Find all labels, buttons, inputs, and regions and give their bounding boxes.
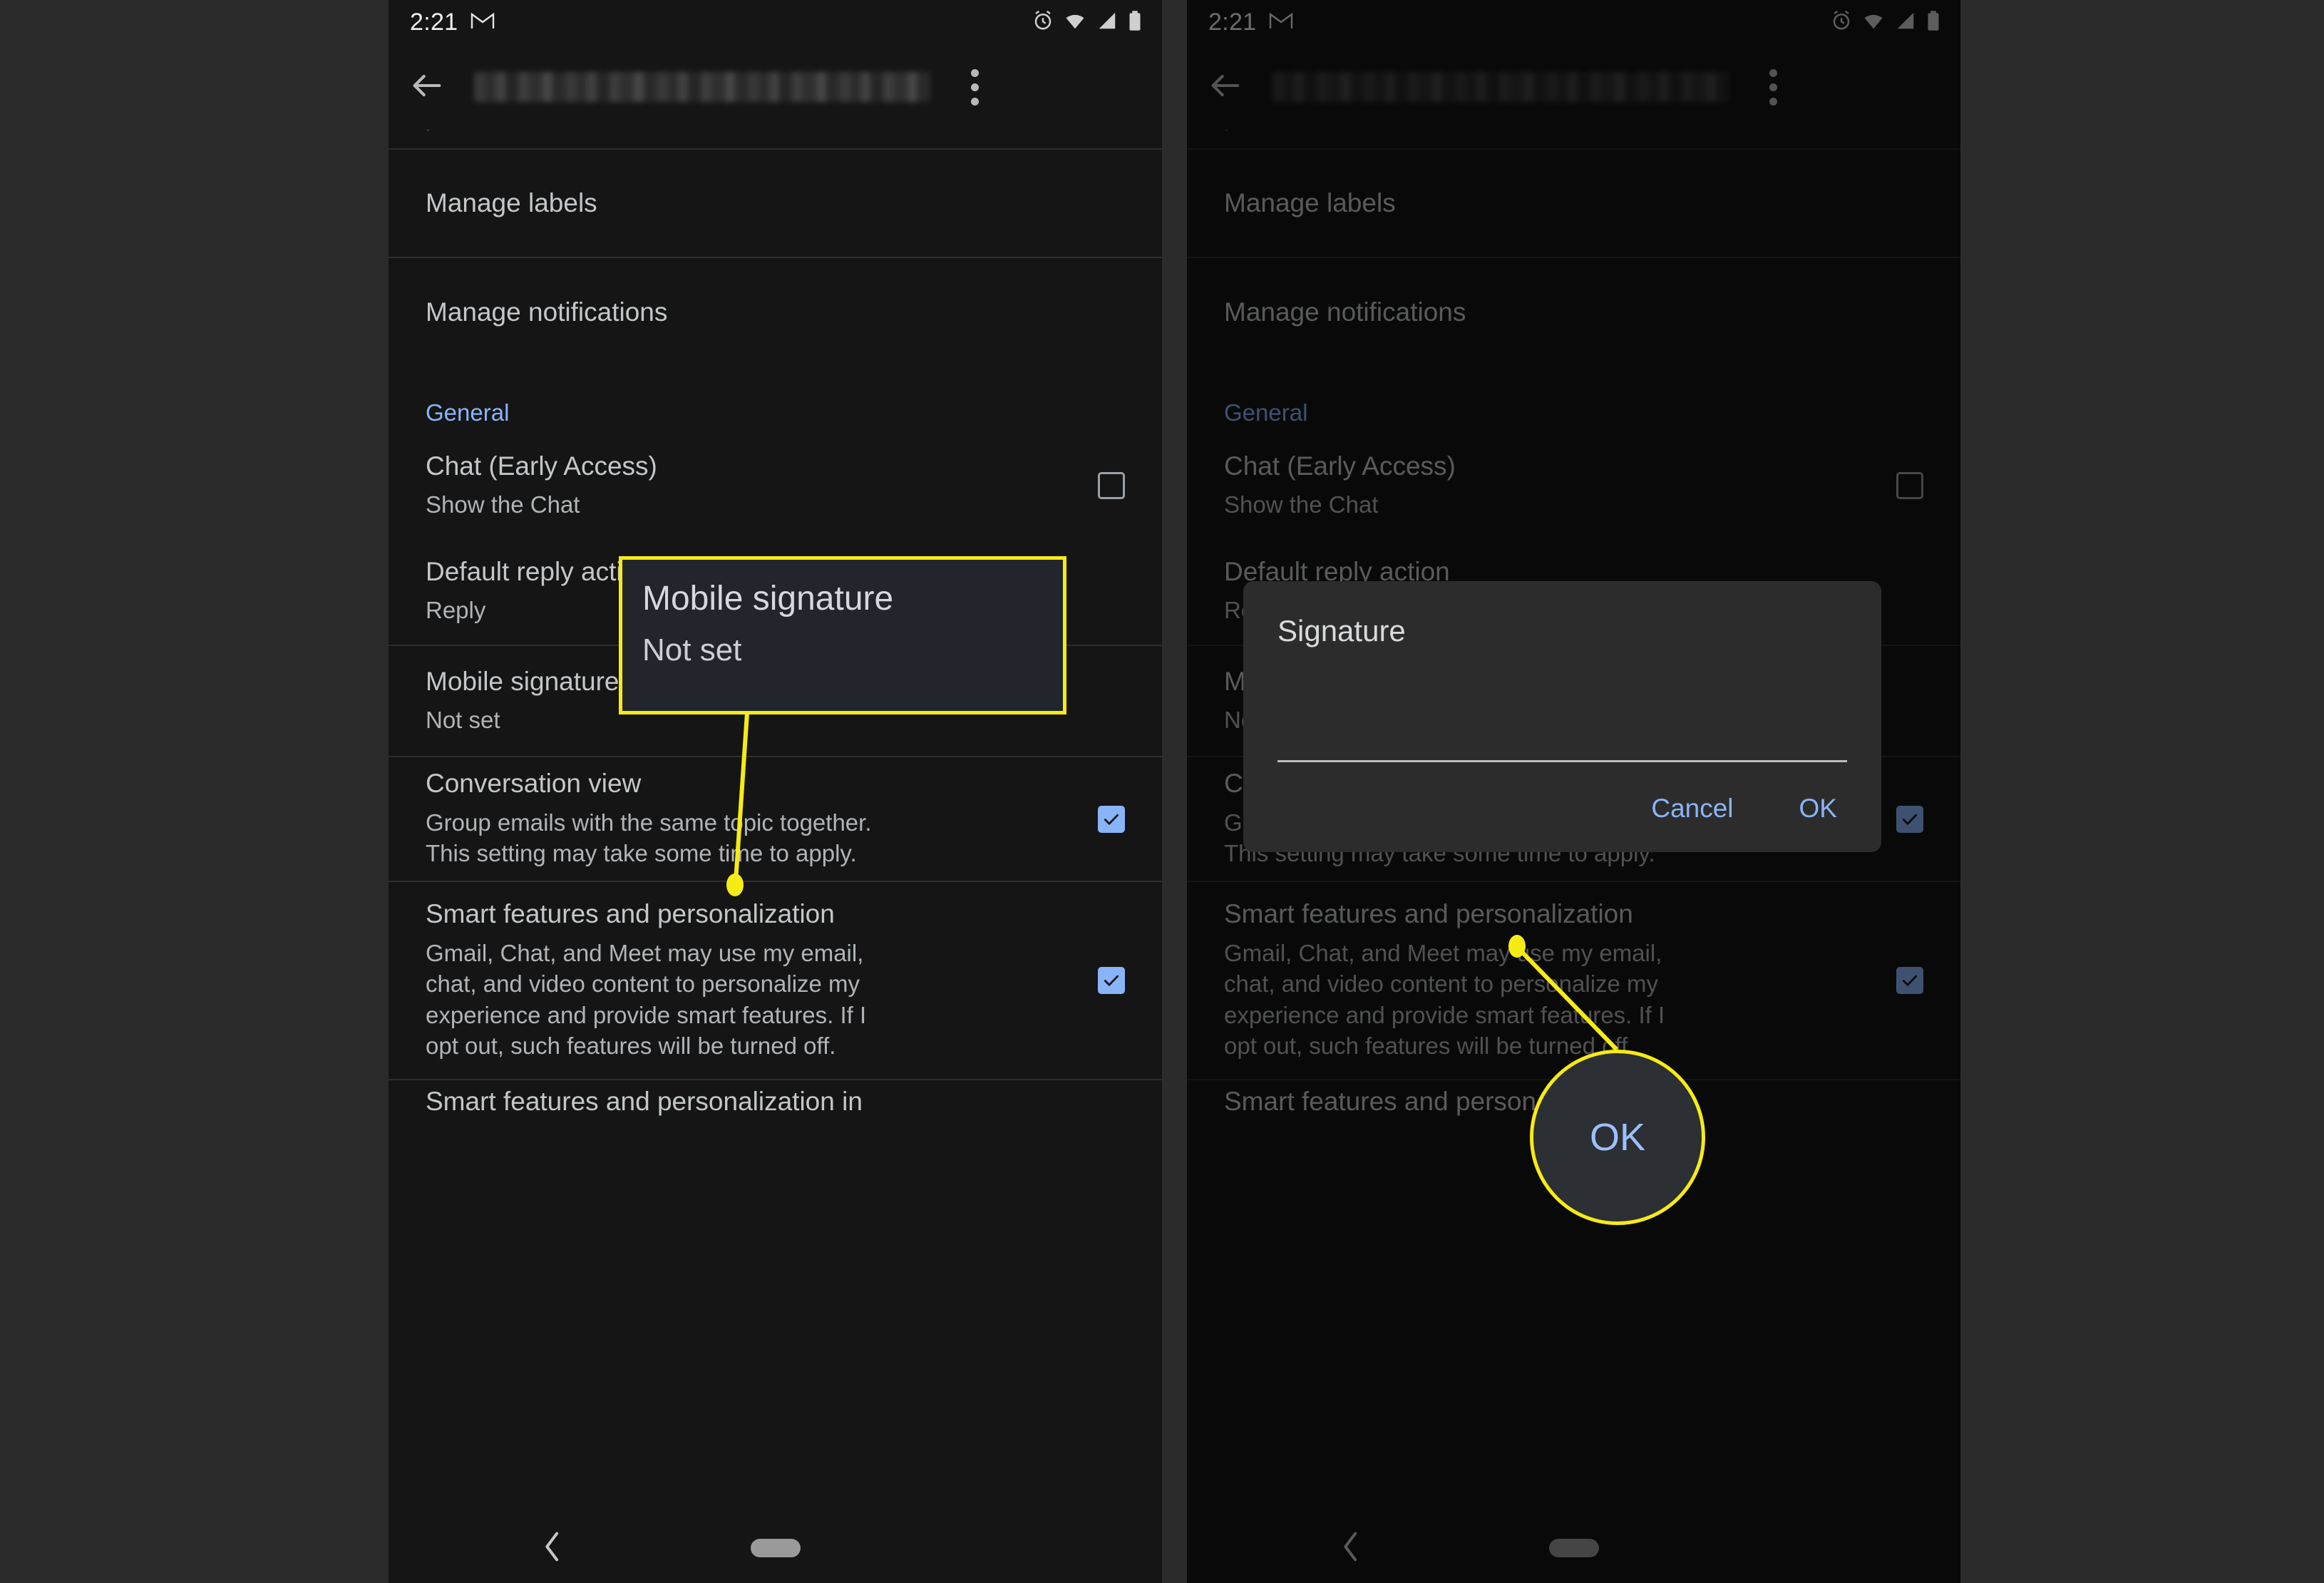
back-arrow-icon[interactable] <box>1207 67 1244 108</box>
screenshot-stage: 2:21 Manage labels Manage notifications … <box>0 0 2324 1583</box>
sidebar-item-manage-notifications[interactable]: Manage notifications <box>1187 258 1960 367</box>
settings-list-right: y Manage labels Manage notifications Gen… <box>1187 130 1960 1583</box>
phone-screen-right: 2:21 Manage labels Manage notifications … <box>1187 0 1960 1583</box>
sidebar-item-manage-labels[interactable]: Manage labels <box>1187 150 1960 258</box>
smart-features-title: Smart features and personalization <box>426 899 835 929</box>
home-pill-indicator[interactable] <box>750 1539 801 1557</box>
conversation-view-checkbox[interactable] <box>1896 805 1923 833</box>
row-text: Manage notifications <box>1224 297 1923 327</box>
overflow-menu-icon[interactable] <box>1753 61 1793 113</box>
status-bar-left-group: 2:21 <box>410 9 495 36</box>
callout-title: Mobile signature <box>642 580 894 618</box>
smart-features-in-title: Smart features and personalization in <box>426 1087 863 1117</box>
conversation-view-checkbox[interactable] <box>1098 805 1125 833</box>
cancel-button[interactable]: Cancel <box>1651 794 1733 824</box>
status-time: 2:21 <box>1208 8 1257 36</box>
setting-row-chat[interactable]: Chat (Early Access) Show the Chat <box>1187 434 1960 538</box>
status-bar-right-group <box>1831 10 1940 35</box>
setting-row-smart-features-in[interactable]: Smart features and personalization in <box>389 1080 1162 1123</box>
annotation-overlay <box>726 712 1619 1052</box>
clipped-row-ghost-text: y <box>426 130 439 131</box>
row-text: Manage notifications <box>426 297 1125 327</box>
signature-input[interactable] <box>1277 722 1847 762</box>
section-header-general: General <box>1224 399 1308 426</box>
setting-row-conversation-view[interactable]: Conversation view Group emails with the … <box>389 757 1162 882</box>
wifi-icon <box>1862 10 1885 35</box>
alarm-icon <box>1831 10 1852 35</box>
status-bar-left-group: 2:21 <box>1208 9 1293 36</box>
smart-features-checkbox[interactable] <box>1896 967 1923 994</box>
smart-features-subtitle: Gmail, Chat, and Meet may use my email, … <box>1224 939 1665 1060</box>
sidebar-item-manage-labels[interactable]: Manage labels <box>389 150 1162 258</box>
alarm-icon <box>1032 10 1054 35</box>
clipped-row-ghost-text: y <box>1224 130 1238 131</box>
nav-back-icon[interactable] <box>1340 1530 1362 1567</box>
android-nav-bar-right <box>1187 1513 1960 1583</box>
clipped-row-top: y <box>389 130 1162 150</box>
signal-icon <box>1895 10 1916 35</box>
mobile-signature-callout: Mobile signature Not set <box>619 556 1066 714</box>
smart-features-subtitle: Gmail, Chat, and Meet may use my email, … <box>426 939 867 1060</box>
setting-row-smart-features[interactable]: Smart features and personalization Gmail… <box>1187 882 1960 1080</box>
row-text: Manage labels <box>426 188 1125 217</box>
app-bar-left <box>389 44 1162 130</box>
sidebar-item-manage-notifications[interactable]: Manage notifications <box>389 258 1162 367</box>
home-pill-indicator[interactable] <box>1548 1539 1599 1557</box>
magnifier-label: OK <box>1589 1116 1646 1159</box>
row-text: Smart features and personalization Gmail… <box>426 899 1079 1062</box>
phone-screen-left: 2:21 Manage labels Manage notifications … <box>389 0 1162 1583</box>
ok-button[interactable]: OK <box>1799 794 1837 824</box>
section-header-general: General <box>426 399 510 426</box>
dialog-title: Signature <box>1277 614 1406 647</box>
wifi-icon <box>1064 10 1086 35</box>
account-email-blurred <box>474 72 930 102</box>
smart-features-title: Smart features and personalization <box>1224 899 1633 929</box>
chat-subtitle: Show the Chat <box>1224 491 1379 518</box>
row-text: Smart features and personalization Gmail… <box>1224 899 1878 1062</box>
manage-notifications-label: Manage notifications <box>1224 297 1466 327</box>
nav-back-icon[interactable] <box>542 1530 563 1567</box>
row-text: Chat (Early Access) Show the Chat <box>426 451 1079 521</box>
conversation-view-subtitle: Group emails with the same topic togethe… <box>426 809 872 867</box>
overflow-menu-icon[interactable] <box>955 61 994 113</box>
row-text: Smart features and personalization in <box>426 1087 1125 1116</box>
row-text: Conversation view Group emails with the … <box>426 769 1079 869</box>
ok-magnifier-callout: OK <box>1530 1050 1705 1225</box>
setting-row-chat[interactable]: Chat (Early Access) Show the Chat <box>389 434 1162 538</box>
battery-icon <box>1128 10 1142 35</box>
chat-title: Chat (Early Access) <box>1224 451 1456 481</box>
smart-features-checkbox[interactable] <box>1098 967 1125 994</box>
gmail-m-icon <box>471 11 495 34</box>
back-arrow-icon[interactable] <box>408 67 446 108</box>
gmail-m-icon <box>1269 11 1293 34</box>
manage-notifications-label: Manage notifications <box>426 297 668 327</box>
row-text: Manage labels <box>1224 188 1923 217</box>
account-email-blurred <box>1272 72 1729 102</box>
status-bar-right-group <box>1032 10 1142 35</box>
settings-list-left: y Manage labels Manage notifications Gen… <box>389 130 1162 1583</box>
signal-icon <box>1096 10 1118 35</box>
manage-labels-label: Manage labels <box>426 188 597 218</box>
status-bar-left: 2:21 <box>389 0 1162 44</box>
chat-checkbox[interactable] <box>1896 472 1923 499</box>
app-bar-right <box>1187 44 1960 130</box>
manage-labels-label: Manage labels <box>1224 188 1396 218</box>
setting-row-smart-features[interactable]: Smart features and personalization Gmail… <box>389 882 1162 1080</box>
signature-dialog: Signature Cancel OK <box>1243 581 1881 852</box>
status-time: 2:21 <box>410 8 458 36</box>
row-text: Chat (Early Access) Show the Chat <box>1224 451 1878 521</box>
dialog-actions: Cancel OK <box>1277 794 1847 831</box>
chat-checkbox[interactable] <box>1098 472 1125 499</box>
battery-icon <box>1926 10 1940 35</box>
android-nav-bar-left <box>389 1513 1162 1583</box>
chat-subtitle: Show the Chat <box>426 491 580 518</box>
callout-subtitle: Not set <box>642 632 742 668</box>
conversation-view-title: Conversation view <box>426 769 642 799</box>
chat-title: Chat (Early Access) <box>426 451 657 481</box>
status-bar-right: 2:21 <box>1187 0 1960 44</box>
clipped-row-top: y <box>1187 130 1960 150</box>
